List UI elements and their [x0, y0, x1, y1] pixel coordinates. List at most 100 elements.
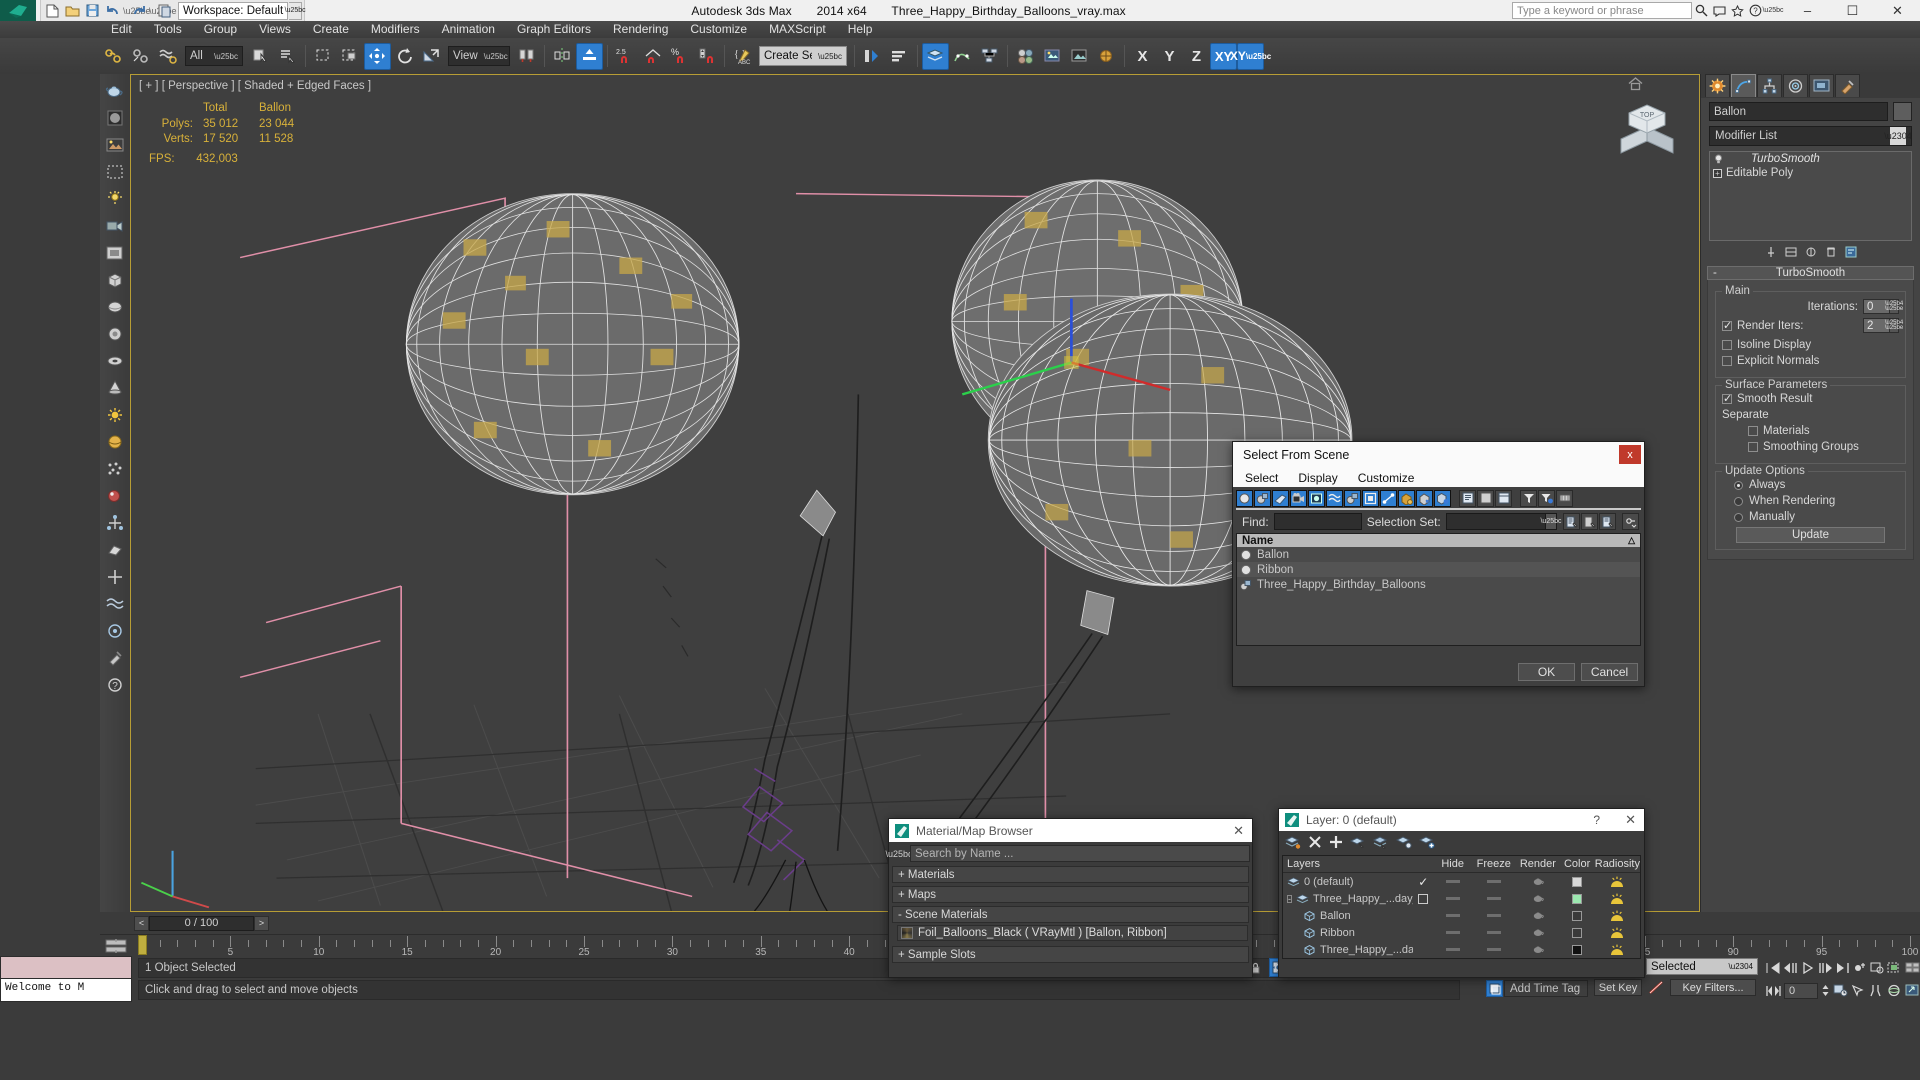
view-cube[interactable]: TOP [1609, 95, 1685, 165]
material-map-browser-dialog[interactable]: Material/Map Browser ✕ \u25bc Search by … [885, 818, 1253, 978]
teapot-primitive-icon[interactable] [102, 78, 128, 104]
layer-column-layers[interactable]: Layers [1283, 858, 1412, 870]
display-space-warps-icon[interactable] [1326, 489, 1343, 507]
display-shapes-icon[interactable] [1254, 489, 1271, 507]
save-file-icon[interactable] [83, 2, 102, 20]
pin-stack-icon[interactable] [1764, 245, 1778, 259]
advanced-filter-icon[interactable] [1538, 489, 1555, 507]
layer-manager-icon[interactable] [922, 42, 949, 70]
update-manually-radio[interactable] [1734, 512, 1743, 522]
named-selection-set-combo[interactable]: Create Selection Se \u25bc [759, 46, 847, 66]
layer-render-toggle[interactable] [1516, 876, 1559, 887]
layer-hide-toggle[interactable] [1434, 880, 1471, 883]
communication-center-icon[interactable] [1710, 2, 1728, 20]
smooth-result-row[interactable]: Smooth Result [1722, 392, 1899, 405]
rollout-collapse-icon[interactable]: - [1713, 267, 1717, 279]
separate-smoothing-checkbox[interactable] [1748, 442, 1758, 452]
new-file-icon[interactable] [43, 2, 62, 20]
layer-column-color[interactable]: Color [1559, 858, 1594, 870]
menu-item-graph-editors[interactable]: Graph Editors [506, 21, 602, 38]
orbit-icon[interactable] [1887, 981, 1902, 1000]
layer-hide-toggle[interactable] [1434, 914, 1471, 917]
help-dropdown-icon[interactable]: \u25bc [1762, 2, 1783, 20]
object-color-swatch[interactable] [1893, 102, 1912, 121]
modifier-list-dropdown[interactable]: Modifier List \u2304 [1709, 126, 1912, 146]
search-input[interactable]: Type a keyword or phrase [1512, 2, 1692, 19]
undo-dropdown-icon[interactable]: \u25be [123, 6, 151, 16]
workspace-dropdown-icon[interactable]: \u25bc [285, 1, 306, 20]
camera-icon[interactable] [102, 213, 128, 239]
layer-hide-toggle[interactable] [1434, 897, 1471, 900]
toggle-columns-icon[interactable] [1495, 489, 1512, 507]
key-mode-combo[interactable]: Selected \u2304 [1646, 958, 1758, 975]
separate-materials-checkbox[interactable] [1748, 426, 1758, 436]
walkthrough-icon[interactable] [1869, 981, 1884, 1000]
sfs-menu-display[interactable]: Display [1298, 471, 1337, 485]
separate-materials-row[interactable]: Materials [1722, 425, 1899, 437]
layer-color-cell[interactable] [1560, 893, 1595, 904]
display-geometry-icon[interactable] [1236, 489, 1253, 507]
unlink-selection-icon[interactable] [127, 43, 154, 70]
undo-icon[interactable] [103, 2, 122, 20]
cancel-button[interactable]: Cancel [1581, 663, 1638, 681]
menu-item-modifiers[interactable]: Modifiers [360, 21, 431, 38]
layer-column-freeze[interactable]: Freeze [1471, 858, 1516, 870]
light-bulb-icon[interactable] [1713, 154, 1723, 165]
layer-current-indicator[interactable] [1413, 893, 1435, 904]
rectangular-selection-region-icon[interactable] [310, 43, 337, 70]
select-set-icon[interactable] [1581, 513, 1598, 530]
selection-filter-dropdown-icon[interactable] [1622, 513, 1639, 530]
tab-display[interactable] [1809, 74, 1834, 97]
layer-freeze-toggle[interactable] [1472, 948, 1517, 951]
layer-color-cell[interactable] [1560, 927, 1595, 938]
layer-table[interactable]: Layers Hide Freeze Render Color Radiosity 0 (d… [1282, 855, 1641, 959]
layer-radiosity-cell[interactable] [1595, 910, 1640, 922]
render-iters-spinner[interactable]: 2 \u25b4 \u25be [1863, 318, 1903, 333]
update-button[interactable]: Update [1736, 527, 1885, 543]
snapshot-icon[interactable] [102, 240, 128, 266]
material-slot-icon[interactable] [102, 105, 128, 131]
list-column-header[interactable]: Name △ [1237, 534, 1640, 547]
time-configuration-icon[interactable] [1833, 981, 1848, 1000]
frame-spinner-icon[interactable] [1821, 981, 1830, 1000]
set-key-button[interactable]: Set Key [1594, 979, 1642, 996]
layer-radiosity-cell[interactable] [1595, 927, 1640, 939]
update-always-radio[interactable] [1734, 480, 1743, 490]
edit-named-selection-sets-icon[interactable]: { } ABC [729, 43, 756, 70]
layer-manager-dialog[interactable]: Layer: 0 (default) ? ✕ Layers Hide Freez… [1278, 808, 1645, 978]
select-from-scene-dialog[interactable]: Select From Scene x Select Display Custo… [1232, 441, 1645, 687]
isoline-display-row[interactable]: Isoline Display [1722, 339, 1899, 351]
maximize-button[interactable]: ☐ [1830, 0, 1875, 21]
update-always-row[interactable]: Always [1722, 479, 1899, 491]
layer-table-row[interactable]: Ribbon [1283, 924, 1640, 941]
use-pivot-point-center-icon[interactable] [513, 43, 540, 70]
update-when-rendering-row[interactable]: When Rendering [1722, 495, 1899, 507]
layer-color-swatch[interactable] [1572, 893, 1583, 904]
circle-shape-icon[interactable] [102, 321, 128, 347]
menu-item-rendering[interactable]: Rendering [602, 21, 679, 38]
layer-column-render[interactable]: Render [1516, 858, 1559, 870]
layer-radiosity-cell[interactable] [1595, 876, 1640, 888]
redo-dropdown-icon[interactable]: \u25be [149, 6, 177, 16]
redo-icon[interactable] [129, 2, 148, 20]
systems-icon[interactable] [102, 618, 128, 644]
rendered-frame-window-icon[interactable] [1066, 43, 1093, 70]
time-slider-handle[interactable] [138, 935, 147, 955]
scene-list-row-group[interactable]: Three_Happy_Birthday_Balloons [1237, 577, 1640, 592]
layer-render-toggle[interactable] [1517, 944, 1560, 955]
modifier-stack-item-editable-poly[interactable]: + Editable Poly [1710, 166, 1911, 180]
collapse-all-icon[interactable] [1477, 489, 1494, 507]
select-from-scene-close-button[interactable]: x [1619, 445, 1641, 464]
layer-table-row[interactable]: Three_Happy_...day [1283, 941, 1640, 958]
layer-column-hide[interactable]: Hide [1434, 858, 1471, 870]
display-groups-icon[interactable] [1344, 489, 1361, 507]
render-iters-checkbox[interactable] [1722, 319, 1732, 332]
layer-radiosity-cell[interactable] [1595, 944, 1640, 956]
paint-deform-icon[interactable] [102, 483, 128, 509]
selection-set-input[interactable] [1445, 513, 1546, 530]
time-tag-icon[interactable] [1486, 980, 1503, 997]
previous-frame-icon[interactable] [1783, 958, 1798, 977]
light-icon[interactable] [102, 186, 128, 212]
search-icon[interactable] [1692, 2, 1710, 20]
render-icon[interactable] [102, 132, 128, 158]
